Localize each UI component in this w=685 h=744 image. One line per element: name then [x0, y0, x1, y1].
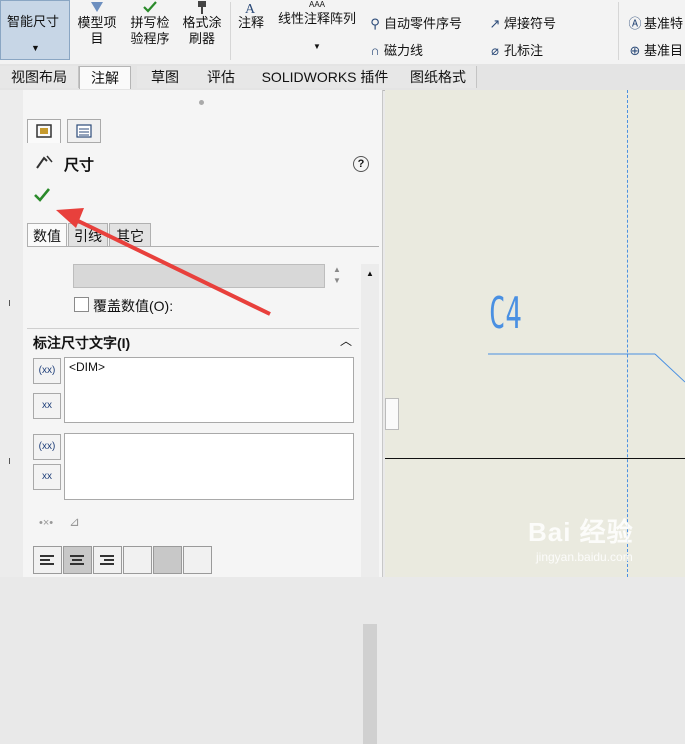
red-arrow-annotation	[56, 208, 271, 316]
scroll-thumb[interactable]	[363, 624, 377, 744]
watermark-brand: Bai 经验	[528, 517, 634, 547]
watermark-url: jingyan.baidu.com	[536, 550, 633, 564]
